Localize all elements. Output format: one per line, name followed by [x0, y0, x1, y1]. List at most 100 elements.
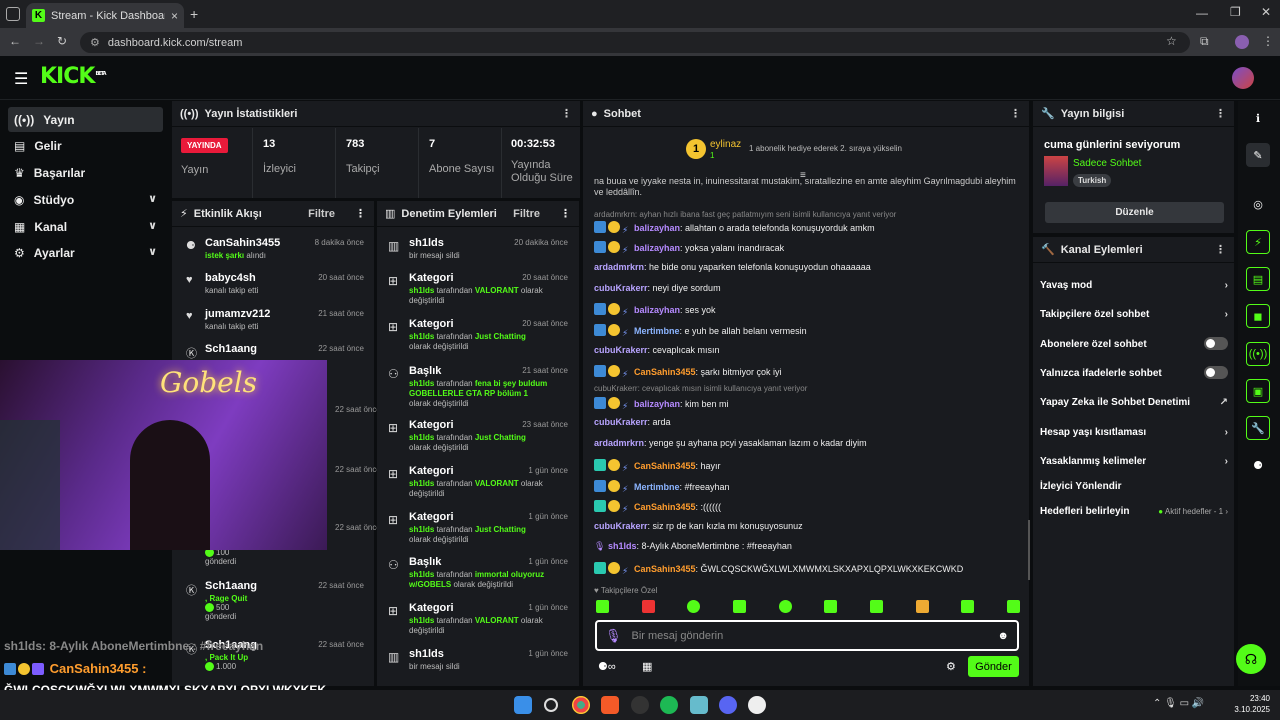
browser-tab[interactable]: K Stream - Kick Dashboard ×: [26, 3, 184, 28]
sidebar-item-revenue[interactable]: ▤ Gelir: [8, 133, 163, 158]
edit-button[interactable]: Düzenle: [1045, 202, 1224, 223]
mod-action-item[interactable]: ⊞ Kategori 20 saat önce sh1lds tarafından J…: [386, 318, 572, 358]
emote-icon[interactable]: [1006, 600, 1020, 613]
action-emote-only[interactable]: Yalnızca ifadelerle sohbet: [1040, 366, 1228, 379]
gifter-name[interactable]: eylinaz: [710, 139, 741, 150]
store-icon[interactable]: ▦: [642, 660, 652, 673]
edit-pencil-icon[interactable]: ✎: [1246, 143, 1270, 167]
chrome-icon[interactable]: [572, 696, 590, 714]
mod-action-item[interactable]: ⊞ Kategori 1 gün önce sh1lds tarafından Jus…: [386, 511, 572, 551]
minimize-icon[interactable]: —: [1196, 6, 1208, 20]
action-raid[interactable]: İzleyici Yönlendir: [1040, 481, 1228, 492]
chat-username[interactable]: CanSahin3455: [634, 367, 696, 377]
chat-message[interactable]: ⚡ balizayhan: allahtan o arada telefonda …: [594, 221, 1024, 237]
mod-action-item[interactable]: ⚇ Başlık 1 gün önce sh1lds tarafından immor…: [386, 556, 572, 596]
chat-message[interactable]: cubuKrakerr: arda: [594, 417, 1024, 427]
discord-icon[interactable]: [719, 696, 737, 714]
forward-icon[interactable]: →: [33, 34, 45, 48]
sidebar-item-channel[interactable]: ▦ Kanal ∨: [8, 214, 163, 239]
chat-message[interactable]: ⚡ CanSahin3455: hayır: [594, 459, 1024, 475]
emote-icon[interactable]: [596, 600, 609, 613]
toggle-switch[interactable]: [1204, 337, 1228, 350]
quick-action-icon[interactable]: ⚡: [1246, 230, 1270, 254]
hamburger-menu-icon[interactable]: ☰: [14, 69, 28, 89]
emote-icon[interactable]: [961, 600, 975, 613]
action-ai-moderation[interactable]: Yapay Zeka ile Sohbet Denetimi ↗: [1040, 397, 1228, 408]
emote-icon[interactable]: [824, 600, 838, 613]
chat-message[interactable]: ⚡ balizayhan: yoksa yalanı inandıracak: [594, 241, 1024, 257]
chat-username[interactable]: CanSahin3455: [634, 461, 696, 471]
chat-message[interactable]: 🎙 sh1lds: 8-Aylık AboneMertimbne : #free…: [594, 541, 1024, 552]
profile-avatar[interactable]: [1235, 35, 1249, 49]
send-button[interactable]: Gönder: [968, 656, 1019, 677]
info-icon[interactable]: ℹ: [1246, 106, 1270, 130]
gift-prompt[interactable]: 1 abonelik hediye ederek 2. sıraya yükse…: [749, 144, 902, 153]
filter-button[interactable]: Filtre: [308, 208, 335, 220]
kick-points-icon[interactable]: ⚈∞: [598, 660, 616, 673]
chat-scrollbar[interactable]: [1028, 520, 1030, 580]
chat-username[interactable]: cubuKrakerr: [594, 417, 648, 427]
more-options-icon[interactable]: ⋮: [1215, 243, 1226, 256]
more-options-icon[interactable]: ⋮: [561, 107, 572, 120]
notes-icon[interactable]: ▤: [1246, 267, 1270, 291]
search-icon[interactable]: [544, 698, 558, 712]
chat-reply-context[interactable]: ardadmrkrn: ayhan hızlı ibana fast geç p…: [594, 209, 1024, 219]
brave-icon[interactable]: [601, 696, 619, 714]
emote-icon[interactable]: [869, 600, 883, 613]
more-options-icon[interactable]: ⋮: [1010, 107, 1021, 120]
windows-start-icon[interactable]: [514, 696, 532, 714]
emote-icon[interactable]: [915, 600, 929, 613]
event-item[interactable]: ♥ babyc4sh 20 saat önce kanalı takip etti: [182, 272, 370, 302]
chat-username[interactable]: cubuKrakerr: [594, 345, 648, 355]
emote-icon[interactable]: [732, 600, 746, 613]
chat-message[interactable]: ⚡ Mertimbne: e yuh be allah belanı vermes…: [594, 324, 1024, 340]
points-icon[interactable]: ⚈: [1246, 453, 1270, 477]
chat-message[interactable]: ⚡ Mertimbne: #freeayhan: [594, 480, 1024, 496]
event-item[interactable]: ⚈ CanSahin3455 8 dakika önce istek şarkı al…: [182, 237, 370, 267]
chat-username[interactable]: ardadmrkrn: [594, 262, 644, 272]
chat-username[interactable]: balizayhan: [634, 305, 680, 315]
app-icon[interactable]: [631, 696, 649, 714]
chat-username[interactable]: CanSahin3455: [634, 502, 696, 512]
chat-message[interactable]: cubuKrakerr: siz rp de karı kızla mı kon…: [594, 521, 1024, 531]
broadcast-icon[interactable]: ((•)): [1246, 342, 1270, 366]
chat-username[interactable]: ardadmrkrn: [594, 438, 644, 448]
chat-message[interactable]: ⚡ CanSahin3455: :((((((: [594, 500, 1024, 516]
mic-icon[interactable]: 🎙: [605, 628, 622, 644]
window-close-icon[interactable]: ✕: [1261, 5, 1271, 19]
more-options-icon[interactable]: ⋮: [1215, 107, 1226, 120]
chat-username[interactable]: cubuKrakerr: [594, 521, 648, 531]
maximize-icon[interactable]: ❐: [1230, 5, 1241, 19]
mod-action-item[interactable]: ▥ sh1lds 20 dakika önce bir mesajı sildi: [386, 237, 572, 277]
action-subscribers-chat[interactable]: Abonelere özel sohbet: [1040, 337, 1228, 350]
obs-icon[interactable]: [748, 696, 766, 714]
browser-menu-icon[interactable]: ⋮: [1262, 34, 1274, 48]
wrench-icon[interactable]: 🔧: [1246, 416, 1270, 440]
sidebar-item-settings[interactable]: ⚙ Ayarlar ∨: [8, 240, 163, 265]
kick-logo[interactable]: KICKBETA: [40, 64, 107, 89]
spotify-icon[interactable]: [660, 696, 678, 714]
reload-icon[interactable]: ↻: [57, 34, 67, 48]
chat-username[interactable]: balizayhan: [634, 223, 680, 233]
capture-icon[interactable]: ◎: [1246, 192, 1270, 216]
category-link[interactable]: Sadece Sohbet: [1073, 158, 1141, 169]
chat-message[interactable]: ardadmrkrn: he bide onu yaparken telefon…: [594, 262, 1024, 272]
new-tab-icon[interactable]: +: [190, 6, 198, 22]
chat-username[interactable]: Mertimbne: [634, 326, 680, 336]
chat-message[interactable]: ⚡ CanSahin3455: şarkı bitmiyor çok iyi: [594, 365, 1024, 381]
sidebar-item-achievements[interactable]: ♛ Başarılar: [8, 160, 163, 185]
chat-message[interactable]: ⚡ balizayhan: kim ben mi: [594, 397, 1024, 413]
chat-username[interactable]: Mertimbne: [634, 482, 680, 492]
support-headset-icon[interactable]: ☊: [1236, 644, 1266, 674]
toggle-switch[interactable]: [1204, 366, 1228, 379]
action-banned-words[interactable]: Yasaklanmış kelimeler ›: [1040, 456, 1228, 467]
emote-icon[interactable]: [687, 600, 701, 613]
chat-settings-icon[interactable]: ⚙: [946, 660, 956, 673]
back-icon[interactable]: ←: [9, 34, 21, 48]
action-followers-chat[interactable]: Takipçilere özel sohbet ›: [1040, 309, 1228, 320]
action-account-age[interactable]: Hesap yaşı kısıtlaması ›: [1040, 427, 1228, 438]
emoji-icon[interactable]: ☻: [997, 630, 1009, 642]
mod-action-item[interactable]: ▥ sh1lds 1 gün önce bir mesajı sildi: [386, 648, 572, 688]
chat-message[interactable]: cubuKrakerr: cevaplıcak mısın: [594, 345, 1024, 355]
chat-input[interactable]: 🎙 Bir mesaj gönderin ☻: [595, 620, 1019, 651]
